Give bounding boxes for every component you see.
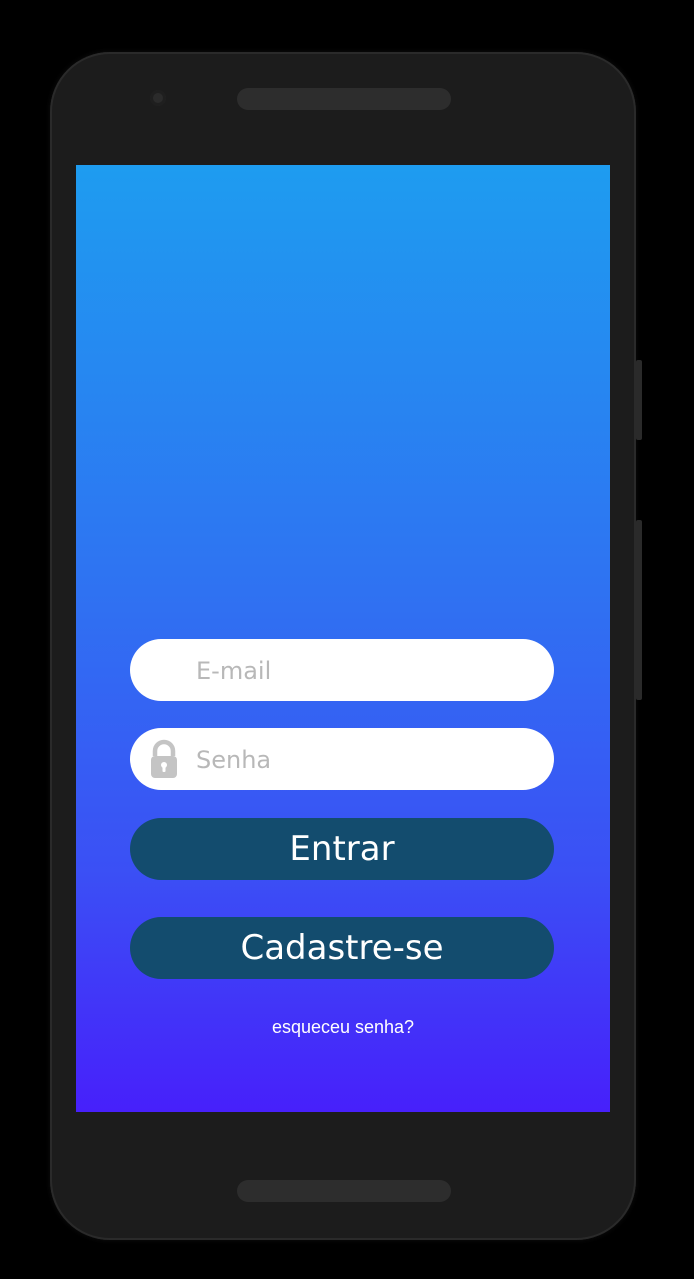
volume-button	[636, 360, 642, 440]
lock-icon	[151, 739, 177, 778]
app-screen: Entrar Cadastre-se esqueceu senha?	[76, 165, 610, 1112]
password-input[interactable]	[194, 728, 538, 792]
bottom-speaker	[237, 1180, 451, 1202]
email-field[interactable]	[130, 639, 554, 703]
password-field[interactable]	[130, 728, 554, 792]
forgot-password-link[interactable]: esqueceu senha?	[76, 1017, 610, 1038]
front-camera	[150, 90, 166, 106]
email-input[interactable]	[194, 639, 538, 703]
signup-button[interactable]: Cadastre-se	[130, 917, 554, 979]
earpiece-speaker	[237, 88, 451, 110]
power-button	[636, 520, 642, 700]
login-button[interactable]: Entrar	[130, 818, 554, 880]
